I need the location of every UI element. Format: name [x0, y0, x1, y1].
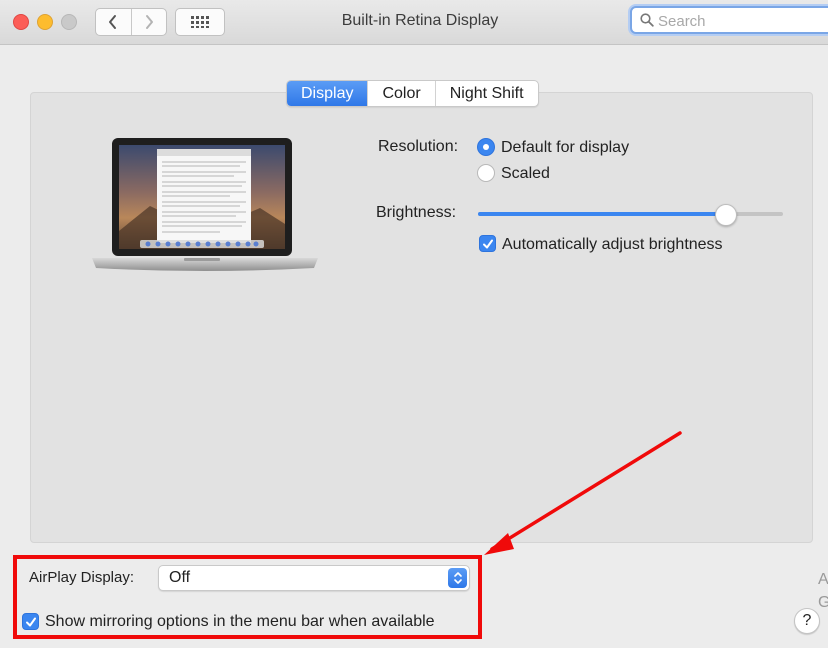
- search-input[interactable]: [656, 10, 828, 32]
- navigation-buttons: [95, 8, 167, 36]
- auto-brightness-checkbox[interactable]: [479, 235, 496, 252]
- resolution-default-radio[interactable]: [477, 138, 495, 156]
- chevron-left-icon: [109, 15, 117, 29]
- annotation-arrow-icon: [484, 431, 682, 555]
- brightness-slider-knob[interactable]: [715, 204, 738, 226]
- search-field[interactable]: [630, 6, 828, 34]
- brightness-label: Brightness:: [376, 204, 457, 221]
- resolution-default-label[interactable]: Default for display: [501, 139, 629, 157]
- tab-night-shift[interactable]: Night Shift: [434, 81, 538, 106]
- search-icon: [640, 13, 654, 27]
- resolution-scaled-radio[interactable]: [477, 164, 495, 182]
- help-button[interactable]: ?: [794, 608, 820, 634]
- tab-color[interactable]: Color: [367, 81, 434, 106]
- brightness-slider[interactable]: [478, 204, 783, 226]
- segmented-tabs: Display Color Night Shift: [286, 80, 539, 107]
- macbook-display-image: [92, 138, 318, 271]
- resolution-scaled-label[interactable]: Scaled: [501, 165, 550, 183]
- brightness-slider-fill: [478, 212, 726, 216]
- minimize-window-button[interactable]: [37, 14, 53, 30]
- forward-button[interactable]: [130, 9, 167, 35]
- window-title: Built-in Retina Display: [341, 12, 499, 29]
- edge-glyph-a: A: [818, 571, 828, 588]
- show-all-grid-icon: [191, 16, 209, 28]
- back-button[interactable]: [96, 9, 131, 35]
- show-all-button[interactable]: [175, 8, 225, 36]
- annotation-highlight-box: [13, 555, 482, 639]
- zoom-window-button[interactable]: [61, 14, 77, 30]
- auto-brightness-label[interactable]: Automatically adjust brightness: [502, 236, 723, 254]
- tab-display[interactable]: Display: [287, 81, 368, 106]
- chevron-right-icon: [145, 15, 153, 29]
- title-bar: Built-in Retina Display: [0, 0, 828, 45]
- edge-glyph-g: G: [818, 594, 828, 611]
- checkmark-icon: [482, 239, 493, 248]
- close-window-button[interactable]: [13, 14, 29, 30]
- resolution-label: Resolution:: [378, 138, 459, 155]
